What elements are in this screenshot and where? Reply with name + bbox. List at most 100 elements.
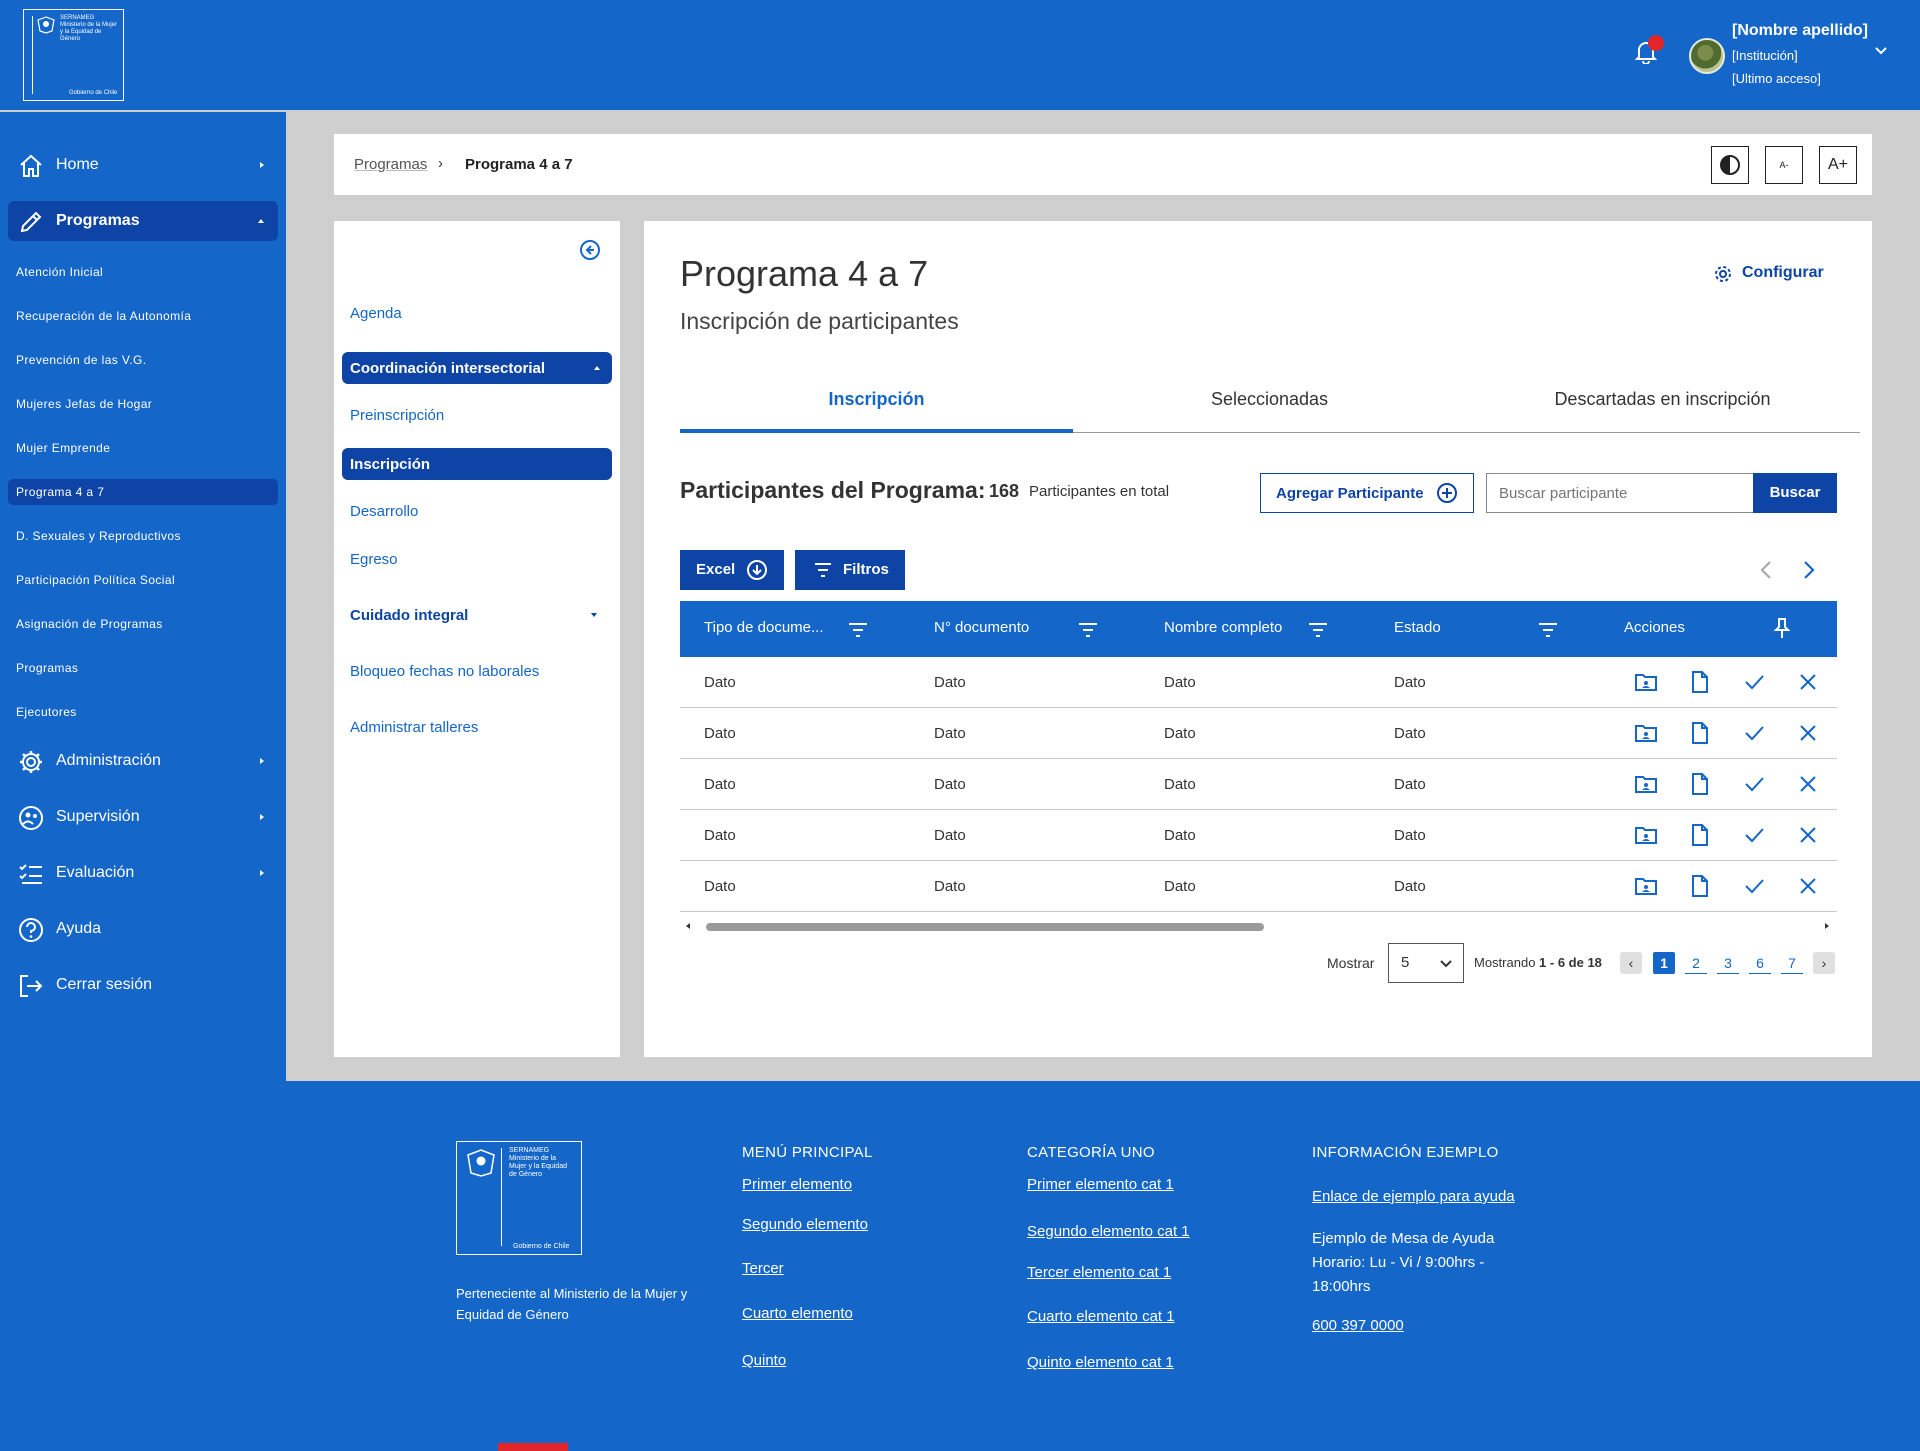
chevron-left-icon[interactable] (1756, 558, 1776, 582)
sidebar-subitem-active[interactable]: Programa 4 a 7 (8, 479, 278, 505)
footer-link[interactable]: Primer elemento cat 1 (1027, 1176, 1174, 1193)
menu-item-desarrollo[interactable]: Desarrollo (350, 503, 418, 520)
folder-icon[interactable] (1634, 823, 1658, 847)
footer-link[interactable]: Cuarto elemento (742, 1305, 853, 1322)
page-size-select[interactable]: 5 (1388, 943, 1464, 983)
sidebar-subitem[interactable]: Programas (8, 655, 278, 681)
sidebar-subitem[interactable]: Prevención de las V.G. (8, 347, 278, 373)
font-decrease-button[interactable]: A- (1765, 146, 1803, 184)
page-button-current[interactable]: 1 (1653, 952, 1675, 974)
check-icon[interactable] (1742, 823, 1766, 847)
filter-icon[interactable] (848, 623, 868, 637)
menu-group-cuidado[interactable]: Cuidado integral (350, 607, 468, 624)
footer-link[interactable]: Tercer elemento cat 1 (1027, 1264, 1171, 1281)
sidebar-subitem[interactable]: Recuperación de la Autonomía (8, 303, 278, 329)
folder-icon[interactable] (1634, 721, 1658, 745)
filter-icon[interactable] (1538, 623, 1558, 637)
sidebar-item-programas[interactable]: Programas (8, 201, 278, 241)
check-icon[interactable] (1742, 874, 1766, 898)
user-avatar[interactable] (1689, 38, 1725, 74)
sidebar-subitem[interactable]: Ejecutores (8, 699, 278, 725)
folder-icon[interactable] (1634, 772, 1658, 796)
sidebar-item-evaluacion[interactable]: Evaluación (8, 853, 278, 893)
contrast-button[interactable] (1711, 146, 1749, 184)
filter-icon[interactable] (1078, 623, 1098, 637)
pin-icon[interactable] (1773, 617, 1791, 639)
folder-icon[interactable] (1634, 670, 1658, 694)
search-input[interactable] (1486, 473, 1754, 513)
close-icon[interactable] (1796, 823, 1820, 847)
sidebar-item-cerrar-sesion[interactable]: Cerrar sesión (8, 965, 278, 1005)
check-icon[interactable] (1742, 772, 1766, 796)
close-icon[interactable] (1796, 874, 1820, 898)
column-header[interactable]: Nombre completo (1164, 619, 1282, 636)
search-button[interactable]: Buscar (1753, 473, 1837, 513)
page-next-button[interactable]: › (1813, 952, 1835, 974)
document-icon[interactable] (1688, 874, 1712, 898)
close-icon[interactable] (1796, 772, 1820, 796)
configure-button[interactable]: Configurar (1742, 264, 1824, 282)
filter-icon[interactable] (1308, 623, 1328, 637)
scroll-left-arrow[interactable] (686, 923, 690, 929)
check-icon[interactable] (1742, 721, 1766, 745)
sidebar-item-supervision[interactable]: Supervisión (8, 797, 278, 837)
sernameg-logo[interactable]: SERNAMEG Ministerio de la Mujer y la Equi… (23, 9, 124, 101)
sidebar-subitem[interactable]: Asignación de Programas (8, 611, 278, 637)
breadcrumb-link-programas[interactable]: Programas (354, 156, 427, 173)
menu-item-egreso[interactable]: Egreso (350, 551, 398, 568)
document-icon[interactable] (1688, 772, 1712, 796)
page-button[interactable]: 2 (1685, 952, 1707, 974)
horizontal-scrollbar[interactable] (706, 923, 1264, 931)
document-icon[interactable] (1688, 721, 1712, 745)
page-button[interactable]: 7 (1781, 952, 1803, 974)
close-icon[interactable] (1796, 670, 1820, 694)
footer-link[interactable]: Segundo elemento (742, 1216, 868, 1233)
menu-item-preinscripcion[interactable]: Preinscripción (350, 407, 444, 424)
sidebar-subitem[interactable]: Atención Inicial (8, 259, 278, 285)
filters-button[interactable]: Filtros (795, 550, 905, 590)
tab-seleccionadas[interactable]: Seleccionadas (1073, 371, 1466, 433)
chevron-up-icon (594, 366, 600, 370)
page-button[interactable]: 6 (1749, 952, 1771, 974)
folder-icon[interactable] (1634, 874, 1658, 898)
sidebar-item-administracion[interactable]: Administración (8, 741, 278, 781)
footer-link[interactable]: Quinto elemento cat 1 (1027, 1354, 1174, 1371)
footer-phone-link[interactable]: 600 397 0000 (1312, 1317, 1404, 1334)
close-icon[interactable] (1796, 721, 1820, 745)
footer-help-link[interactable]: Enlace de ejemplo para ayuda (1312, 1188, 1515, 1205)
menu-group-coordinacion[interactable]: Coordinación intersectorial (342, 352, 612, 384)
column-header[interactable]: N° documento (934, 619, 1029, 636)
sidebar-subitem[interactable]: Participación Política Social (8, 567, 278, 593)
excel-button[interactable]: Excel (680, 550, 784, 590)
page-prev-button[interactable]: ‹ (1620, 952, 1642, 974)
footer-link[interactable]: Primer elemento (742, 1176, 852, 1193)
collapse-arrow-icon[interactable] (579, 239, 601, 261)
tab-descartadas[interactable]: Descartadas en inscripción (1466, 371, 1859, 433)
check-icon[interactable] (1742, 670, 1766, 694)
footer-link[interactable]: Segundo elemento cat 1 (1027, 1223, 1190, 1240)
menu-item-inscripcion[interactable]: Inscripción (342, 448, 612, 480)
tab-inscripcion[interactable]: Inscripción (680, 371, 1073, 433)
column-header[interactable]: Estado (1394, 619, 1441, 636)
document-icon[interactable] (1688, 823, 1712, 847)
footer-link[interactable]: Tercer (742, 1260, 784, 1277)
footer-link[interactable]: Quinto (742, 1352, 786, 1369)
sidebar-item-home[interactable]: Home (8, 145, 278, 185)
add-participant-button[interactable]: Agregar Participante (1260, 473, 1474, 513)
sidebar-item-ayuda[interactable]: Ayuda (8, 909, 278, 949)
font-increase-button[interactable]: A+ (1819, 146, 1857, 184)
gear-icon[interactable] (1712, 263, 1734, 285)
sidebar-subitem[interactable]: Mujer Emprende (8, 435, 278, 461)
document-icon[interactable] (1688, 670, 1712, 694)
sidebar-subitem[interactable]: D. Sexuales y Reproductivos (8, 523, 278, 549)
chevron-down-icon[interactable] (1874, 46, 1888, 56)
scroll-right-arrow[interactable] (1825, 923, 1829, 929)
menu-item-agenda[interactable]: Agenda (350, 305, 402, 322)
chevron-right-icon[interactable] (1799, 558, 1819, 582)
sidebar-subitem[interactable]: Mujeres Jefas de Hogar (8, 391, 278, 417)
column-header[interactable]: Tipo de docume... (704, 619, 824, 636)
menu-item-talleres[interactable]: Administrar talleres (350, 719, 478, 736)
footer-link[interactable]: Cuarto elemento cat 1 (1027, 1308, 1175, 1325)
menu-item-bloqueo[interactable]: Bloqueo fechas no laborales (350, 663, 539, 680)
page-button[interactable]: 3 (1717, 952, 1739, 974)
